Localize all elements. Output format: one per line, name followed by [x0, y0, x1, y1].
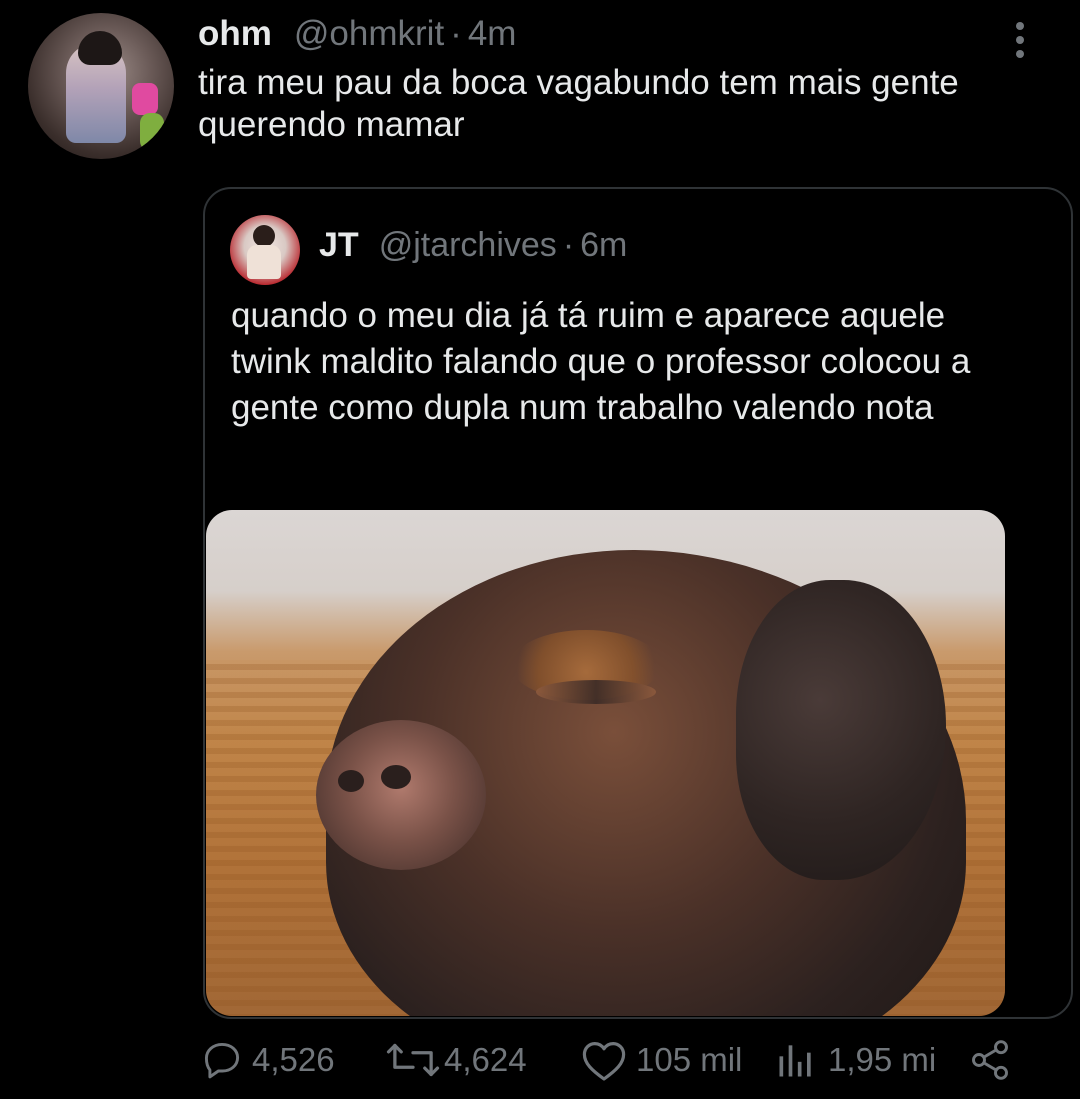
quoted-author-avatar[interactable] [230, 215, 300, 285]
header-separator: · [450, 14, 462, 53]
more-vertical-icon [1016, 22, 1024, 30]
author-avatar[interactable] [28, 13, 174, 159]
retweet-icon [386, 1043, 440, 1077]
heart-icon [582, 1042, 626, 1081]
retweet-count: 4,624 [444, 1041, 527, 1078]
views-icon [779, 1045, 811, 1077]
dog-snout [316, 720, 486, 870]
quoted-avatar-body [247, 245, 281, 279]
quoted-author-name[interactable]: JT [319, 226, 359, 265]
dog-nostril-left [338, 770, 364, 792]
views-count: 1,95 mi [828, 1041, 937, 1078]
dog-nostril-right [381, 765, 411, 789]
quoted-tweet-image[interactable] [206, 510, 1005, 1016]
quoted-avatar-head [253, 225, 275, 247]
dog-eye [536, 680, 656, 704]
like-button[interactable]: 105 mil [580, 1030, 742, 1090]
author-handle[interactable]: @ohmkrit [294, 14, 444, 54]
reply-button[interactable]: 4,526 [200, 1030, 335, 1090]
tweet-header: ohm @ohmkrit · 4m [198, 14, 516, 60]
avatar-hair [78, 31, 122, 65]
avatar-accent [132, 83, 158, 115]
quoted-tweet-text: quando o meu dia já tá ruim e aparece aq… [231, 296, 971, 427]
quoted-tweet[interactable]: JT @jtarchives · 6m quando o meu dia já … [203, 187, 1073, 1019]
quoted-tweet-timestamp[interactable]: 6m [580, 226, 627, 265]
like-count: 105 mil [636, 1041, 743, 1078]
avatar-accent-secondary [140, 113, 164, 151]
author-name[interactable]: ohm [198, 14, 272, 54]
reply-count: 4,526 [252, 1041, 335, 1078]
quoted-author-handle[interactable]: @jtarchives [379, 226, 557, 265]
tweet[interactable]: ohm @ohmkrit · 4m tira meu pau da boca v… [0, 0, 1080, 1099]
quoted-header-separator: · [562, 226, 575, 264]
more-dot-3 [1016, 50, 1024, 58]
tweet-actions-bar: 4,526 4,624 105 mil 1,95 mi [200, 1030, 1060, 1090]
more-options-button[interactable] [1006, 22, 1034, 58]
more-dot-2 [1016, 36, 1024, 44]
quoted-tweet-header: JT @jtarchives · 6m [319, 226, 627, 270]
share-icon [972, 1040, 1008, 1080]
share-button[interactable] [968, 1030, 1012, 1090]
reply-icon [204, 1042, 240, 1079]
views-button[interactable]: 1,95 mi [774, 1030, 936, 1090]
tweet-timestamp[interactable]: 4m [468, 14, 517, 54]
tweet-text: tira meu pau da boca vagabundo tem mais … [198, 63, 959, 144]
retweet-button[interactable]: 4,624 [384, 1030, 527, 1090]
